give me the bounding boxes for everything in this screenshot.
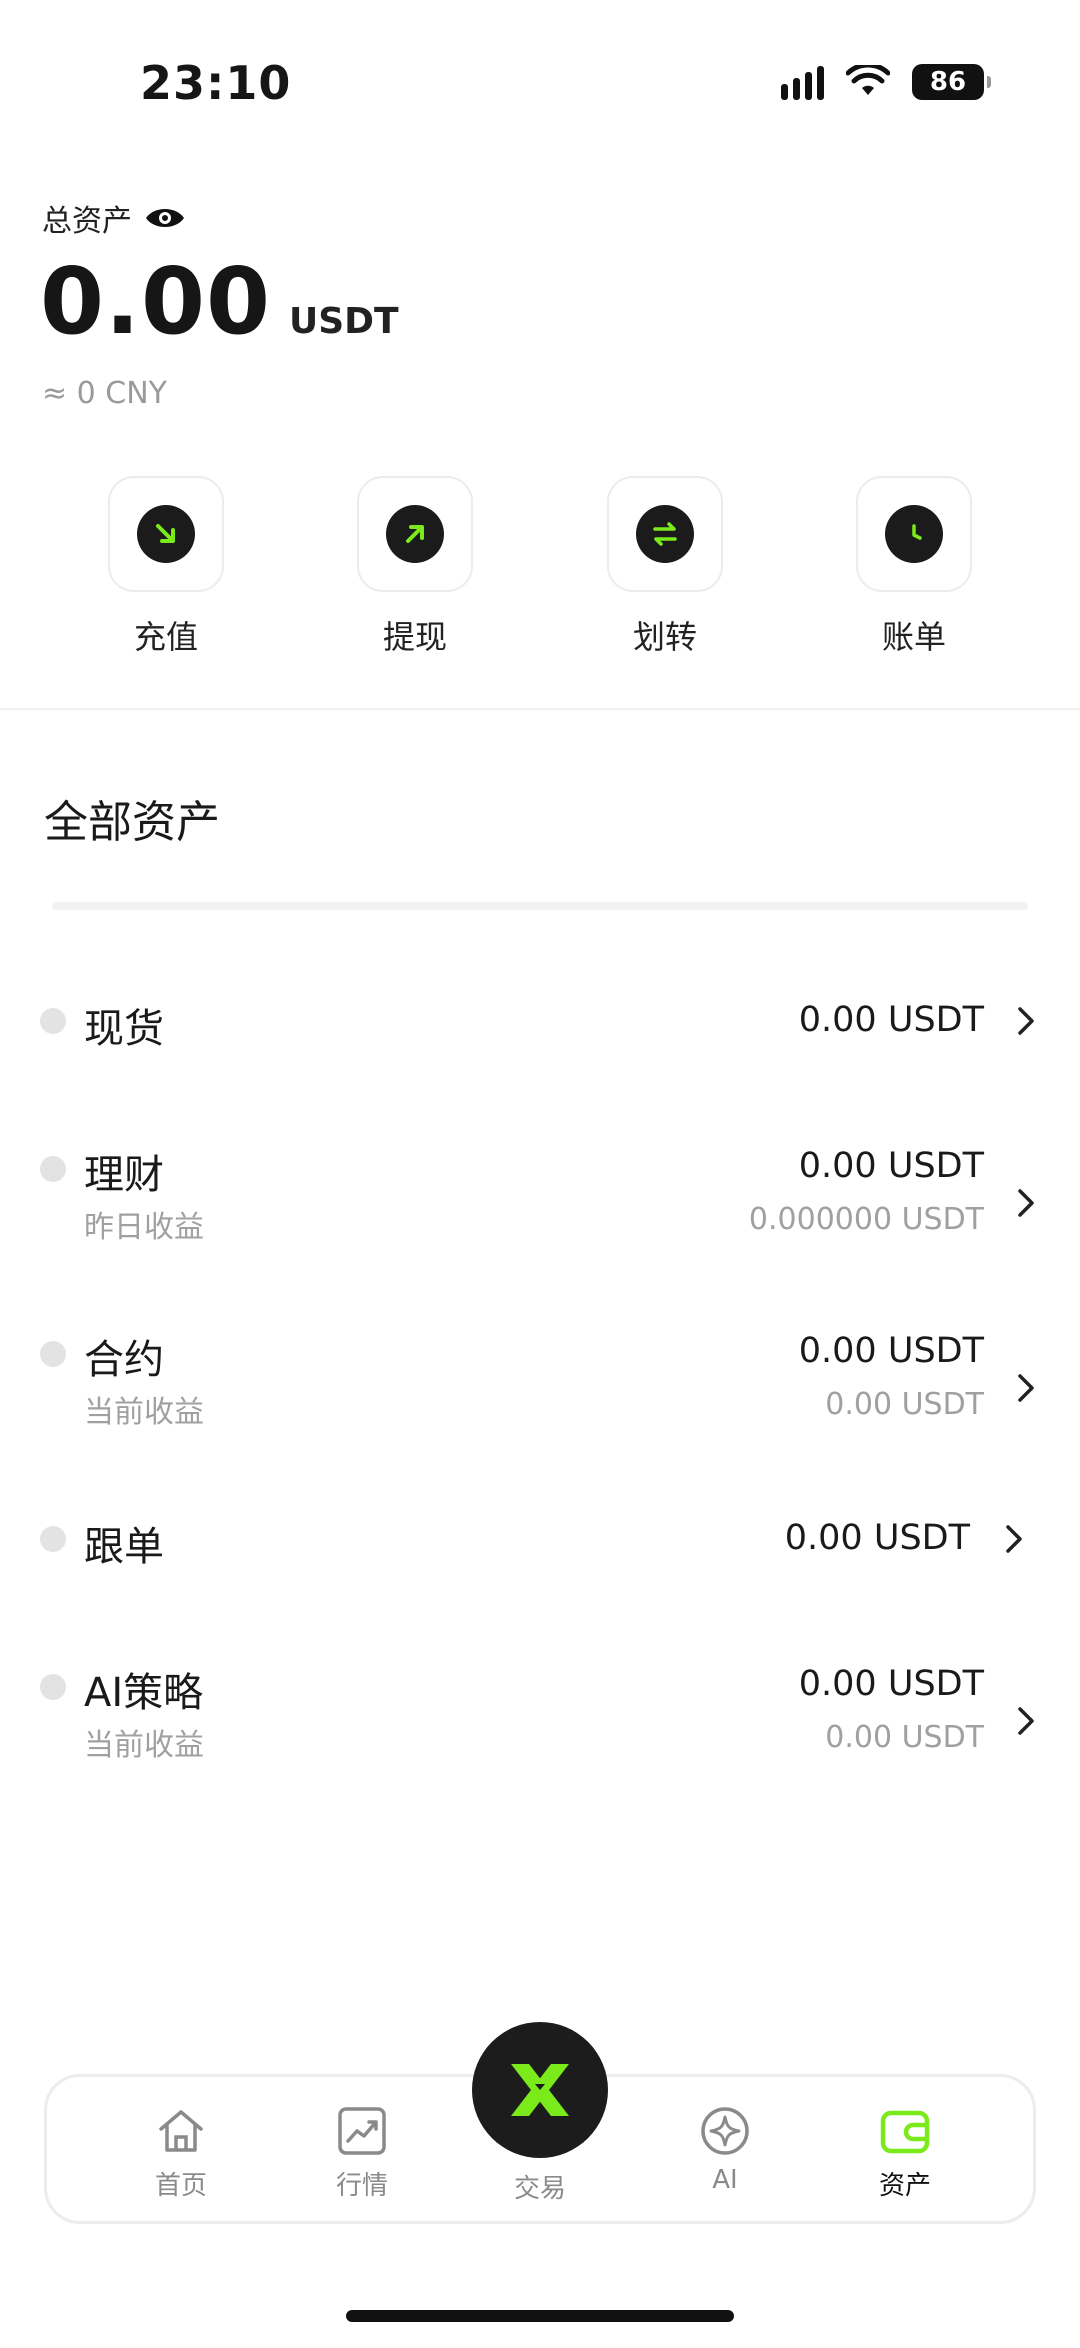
status-icons: 86 (781, 64, 991, 100)
asset-row-finance[interactable]: 理财 昨日收益 0.00 USDT 0.000000 USDT (0, 1126, 1080, 1276)
asset-value: 0.00 USDT (798, 1000, 984, 1040)
total-unit: USDT (289, 301, 399, 342)
total-amount-row: 0.00 USDT (40, 248, 399, 355)
asset-dot (40, 1008, 66, 1034)
transfer-label: 划转 (632, 618, 697, 656)
withdraw-arrow-icon (386, 505, 444, 563)
chevron-right-icon[interactable] (1014, 1704, 1038, 1738)
tab-label: 行情 (335, 2171, 388, 2201)
tab-label: AI (712, 2165, 738, 2195)
transfer-icon (636, 505, 694, 563)
asset-value: 0.00 USDT (798, 1664, 984, 1704)
deposit-arrow-icon (137, 505, 195, 563)
cellular-signal-icon (781, 64, 824, 100)
transfer-button[interactable]: 划转 (595, 476, 735, 658)
battery-level: 86 (929, 67, 967, 97)
deposit-button-box[interactable] (108, 476, 224, 592)
transfer-button-box[interactable] (607, 476, 723, 592)
deposit-label: 充值 (133, 618, 198, 656)
asset-row-copytrade[interactable]: 跟单 0.00 USDT (0, 1478, 1080, 1598)
tab-ai[interactable]: AI (665, 2103, 785, 2195)
withdraw-label: 提现 (382, 618, 447, 656)
section-bar (52, 902, 1028, 910)
asset-value: 0.00 USDT (798, 1331, 984, 1371)
asset-sub-label: 当前收益 (84, 1728, 204, 1763)
status-bar: 23:10 86 (0, 0, 1080, 150)
trade-button[interactable] (472, 2022, 608, 2158)
asset-row-futures[interactable]: 合约 当前收益 0.00 USDT 0.00 USDT (0, 1311, 1080, 1461)
home-indicator (346, 2310, 734, 2322)
eye-icon[interactable] (144, 205, 186, 231)
section-title: 全部资产 (44, 797, 220, 848)
withdraw-button[interactable]: 提现 (345, 476, 485, 658)
total-cny: ≈ 0 CNY (42, 376, 168, 411)
tab-trade-label: 交易 (513, 2174, 566, 2204)
asset-name: 跟单 (84, 1524, 164, 1570)
chevron-right-icon[interactable] (1002, 1522, 1026, 1556)
asset-sub-value: 0.000000 USDT (748, 1202, 984, 1237)
market-chart-icon (338, 2107, 386, 2155)
tab-market[interactable]: 行情 (302, 2103, 422, 2202)
trade-x-icon (511, 2064, 569, 2116)
status-time: 23:10 (140, 56, 292, 110)
wifi-icon (846, 65, 890, 95)
deposit-button[interactable]: 充值 (96, 476, 236, 658)
asset-dot (40, 1674, 66, 1700)
total-amount: 0.00 (40, 248, 271, 355)
total-assets-header: 总资产 (42, 196, 186, 240)
tab-home[interactable]: 首页 (121, 2103, 241, 2202)
ai-sparkle-icon (701, 2107, 749, 2155)
asset-name: 合约 (84, 1337, 164, 1383)
asset-dot (40, 1341, 66, 1367)
total-assets-label: 总资产 (42, 204, 132, 239)
bill-button[interactable]: 账单 (844, 476, 984, 658)
clock-icon (885, 505, 943, 563)
chevron-right-icon[interactable] (1014, 1186, 1038, 1220)
tab-label: 资产 (878, 2171, 931, 2201)
withdraw-button-box[interactable] (357, 476, 473, 592)
asset-name: 现货 (84, 1006, 164, 1052)
asset-value: 0.00 USDT (798, 1146, 984, 1186)
asset-sub-value: 0.00 USDT (825, 1387, 984, 1422)
asset-sub-label: 当前收益 (84, 1395, 204, 1430)
divider (0, 708, 1080, 710)
asset-name: AI策略 (84, 1670, 204, 1716)
bill-button-box[interactable] (856, 476, 972, 592)
asset-dot (40, 1526, 66, 1552)
chevron-right-icon[interactable] (1014, 1371, 1038, 1405)
asset-row-spot[interactable]: 现货 0.00 USDT (0, 960, 1080, 1080)
wallet-icon (880, 2110, 930, 2154)
tab-assets[interactable]: 资产 (845, 2103, 965, 2202)
bill-label: 账单 (881, 618, 946, 656)
tab-label: 首页 (154, 2171, 207, 2201)
home-icon (159, 2110, 203, 2152)
asset-name: 理财 (84, 1152, 164, 1198)
chevron-right-icon[interactable] (1014, 1004, 1038, 1038)
asset-dot (40, 1156, 66, 1182)
battery-icon: 86 (912, 64, 991, 100)
asset-sub-label: 昨日收益 (84, 1210, 204, 1245)
asset-value: 0.00 USDT (784, 1518, 970, 1558)
asset-sub-value: 0.00 USDT (825, 1720, 984, 1755)
asset-row-ai-strategy[interactable]: AI策略 当前收益 0.00 USDT 0.00 USDT (0, 1644, 1080, 1794)
